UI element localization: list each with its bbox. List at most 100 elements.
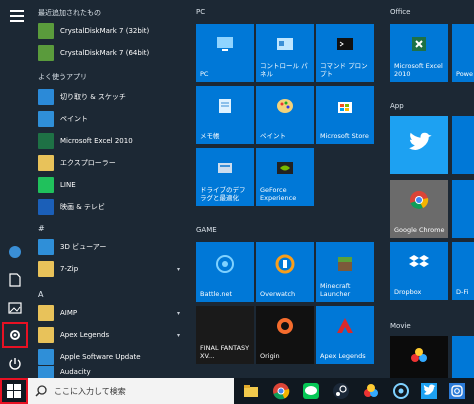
chrome-icon [410, 191, 429, 209]
search-box[interactable]: ここに入力して検索 [28, 378, 234, 404]
app-icon [38, 111, 54, 127]
tile-defrag[interactable]: ドライブのデフラグと最適化 [196, 148, 254, 206]
chevron-down-icon: ▾ [176, 309, 180, 317]
list-item[interactable]: 切り取り & スケッチ [30, 86, 190, 108]
tile-movie-editor[interactable] [390, 336, 448, 378]
group-header-office[interactable]: Office [390, 8, 410, 16]
tile-google-chrome[interactable]: Google Chrome [390, 180, 448, 238]
tile-twitter[interactable] [390, 116, 448, 174]
group-header-pc[interactable]: PC [196, 8, 205, 16]
tile-paint[interactable]: ペイント [256, 86, 314, 144]
picture-icon [8, 302, 22, 314]
group-header-movie[interactable]: Movie [390, 322, 411, 330]
list-item[interactable]: ペイント [30, 108, 190, 130]
windows-logo-icon [7, 384, 21, 398]
app-icon [38, 177, 54, 193]
list-item[interactable]: 3D ビューアー [30, 236, 190, 258]
tile-dropbox[interactable]: Dropbox [390, 242, 448, 300]
battle-net-icon[interactable] [392, 382, 410, 400]
tile-apex-legends[interactable]: Apex Legends [316, 306, 374, 364]
davinci-icon [411, 348, 427, 362]
list-item-label: Apple Software Update [60, 353, 141, 361]
group-header-game[interactable]: GAME [196, 226, 217, 234]
list-item[interactable]: Audacity [30, 366, 190, 378]
tile-powerpoint[interactable]: Powe [452, 24, 474, 82]
app-icon [38, 133, 54, 149]
list-item-label: LINE [60, 181, 76, 189]
user-avatar-button[interactable] [3, 240, 27, 264]
list-item[interactable]: Apex Legends ▾ [30, 324, 190, 346]
group-header-app[interactable]: App [390, 102, 404, 110]
monitor-icon [217, 37, 233, 51]
list-item-label: CrystalDiskMark 7 (64bit) [60, 49, 150, 57]
file-explorer-icon[interactable] [242, 382, 260, 400]
recent-header: 最近追加されたもの [38, 9, 101, 17]
expand-menu-button[interactable] [3, 2, 27, 26]
tile-app[interactable]: D-Fi [452, 242, 474, 300]
documents-button[interactable] [3, 268, 27, 292]
list-item[interactable]: Apple Software Update [30, 346, 190, 368]
twitter-icon[interactable] [420, 382, 438, 400]
tile-overwatch[interactable]: Overwatch [256, 244, 314, 302]
list-item[interactable]: Microsoft Excel 2010 [30, 130, 190, 152]
app-icon [38, 239, 54, 255]
list-item[interactable]: 映画 & テレビ [30, 196, 190, 218]
tile-microsoft-store[interactable]: Microsoft Store [316, 86, 374, 144]
list-item-label: Microsoft Excel 2010 [60, 137, 133, 145]
app-icon [38, 89, 54, 105]
list-item[interactable]: LINE [30, 174, 190, 196]
tile-command-prompt[interactable]: コマンド プロンプト [316, 24, 374, 82]
tile-app[interactable] [452, 116, 474, 174]
tile-label: Dropbox [394, 288, 422, 296]
list-item[interactable]: 7-Zip ▾ [30, 258, 190, 280]
section-letter[interactable]: # [38, 224, 45, 233]
tile-origin[interactable]: Origin [256, 306, 314, 364]
list-item[interactable]: エクスプローラー [30, 152, 190, 174]
pictures-button[interactable] [3, 296, 27, 320]
app-icon [38, 155, 54, 171]
overwatch-icon [275, 254, 295, 274]
tile-label: Google Chrome [394, 226, 445, 234]
tile-excel[interactable]: Microsoft Excel 2010 [390, 24, 448, 82]
document-icon [9, 273, 21, 287]
settings-button[interactable] [2, 322, 28, 348]
start-button[interactable] [0, 378, 28, 404]
list-item[interactable]: CrystalDiskMark 7 (64bit) [30, 42, 190, 64]
line-icon[interactable] [302, 382, 320, 400]
tile-minecraft-launcher[interactable]: Minecraft Launcher [316, 244, 374, 302]
grass-block-icon [338, 257, 352, 271]
tile-app[interactable] [452, 180, 474, 238]
tile-final-fantasy[interactable]: FINAL FANTASY XV... [196, 306, 254, 364]
list-item-label: 映画 & テレビ [60, 203, 105, 211]
app-icon [38, 199, 54, 215]
tile-control-panel[interactable]: コントロール パネル [256, 24, 314, 82]
tile-notepad[interactable]: メモ帳 [196, 86, 254, 144]
app-icon [38, 349, 54, 365]
tile-geforce-experience[interactable]: GeForce Experience [256, 148, 314, 206]
steam-icon[interactable] [332, 382, 350, 400]
nvidia-icon [277, 162, 293, 174]
list-item-label: Apex Legends [60, 331, 110, 339]
chevron-down-icon: ▾ [176, 265, 180, 273]
app-icon [38, 45, 54, 61]
apex-icon [337, 318, 353, 333]
power-button[interactable] [3, 352, 27, 376]
gear-icon [10, 330, 20, 340]
list-item-label: CrystalDiskMark 7 (32bit) [60, 27, 150, 35]
tile-pc[interactable]: PC [196, 24, 254, 82]
hamburger-icon [10, 10, 24, 22]
section-letter[interactable]: A [38, 290, 43, 299]
chrome-icon[interactable] [272, 382, 290, 400]
tile-label: Microsoft Excel 2010 [394, 62, 443, 78]
instagram-icon[interactable] [448, 382, 466, 400]
davinci-icon[interactable] [362, 382, 380, 400]
tile-label: Minecraft Launcher [320, 282, 351, 298]
palette-icon [277, 99, 293, 113]
battle-net-icon [216, 255, 234, 273]
list-item[interactable]: AIMP ▾ [30, 302, 190, 324]
list-item-label: エクスプローラー [60, 159, 116, 167]
list-item[interactable]: CrystalDiskMark 7 (32bit) [30, 20, 190, 42]
tile-movie-app[interactable] [452, 336, 474, 378]
tile-battle-net[interactable]: Battle.net [196, 244, 254, 302]
list-item-label: ペイント [60, 115, 88, 123]
